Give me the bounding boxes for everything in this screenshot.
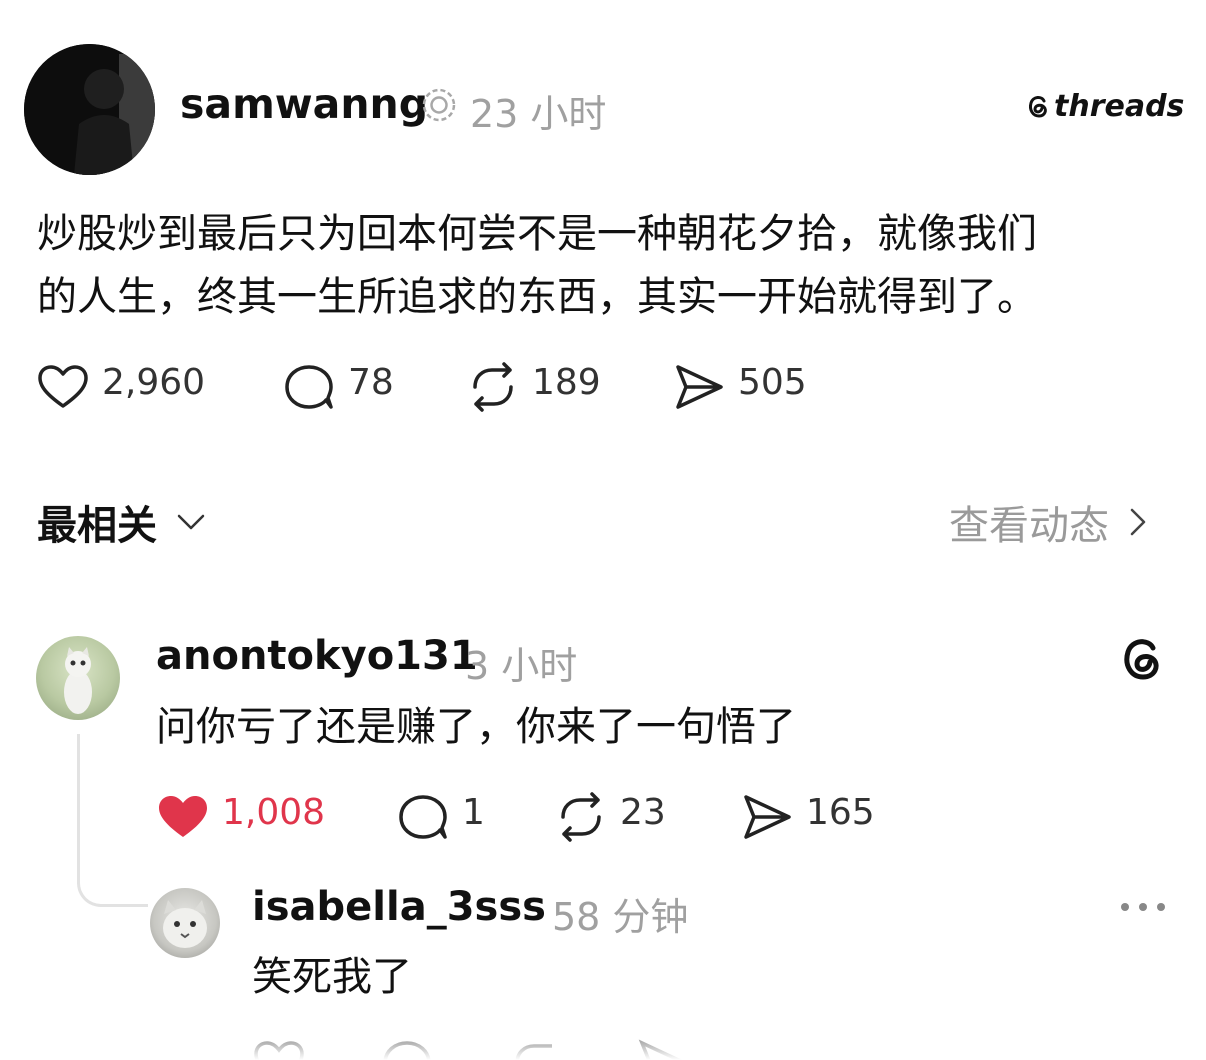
comment1-text: 问你亏了还是赚了，你来了一句悟了 <box>156 704 796 750</box>
threads-logo-icon[interactable] <box>1116 632 1168 684</box>
post-text-line-2: 的人生，终其一生所追求的东西，其实一开始就得到了。 <box>37 274 1037 320</box>
comment2-author-name[interactable]: isabella_3sss <box>252 884 546 930</box>
comment1-stats: 1,008 1 23 165 <box>156 792 916 842</box>
view-activity-link[interactable]: 查看动态 <box>949 496 1153 549</box>
cat-avatar-illustration <box>163 900 207 948</box>
post-repost-count: 189 <box>532 362 601 403</box>
share-icon[interactable] <box>672 362 726 412</box>
repost-icon[interactable] <box>554 792 608 842</box>
view-activity-label: 查看动态 <box>949 503 1109 549</box>
comment1-avatar[interactable] <box>36 636 120 720</box>
author-avatar[interactable] <box>24 44 155 175</box>
comment1-author-name[interactable]: anontokyo131 <box>156 633 478 679</box>
cat-avatar-illustration <box>64 647 92 714</box>
more-icon[interactable] <box>1118 896 1168 918</box>
comment-icon[interactable] <box>396 792 450 842</box>
comment2-time: 58 分钟 <box>552 895 689 939</box>
sort-dropdown[interactable]: 最相关 <box>37 496 209 549</box>
post-share-count: 505 <box>738 362 807 403</box>
chevron-down-icon <box>173 504 209 540</box>
comment1-comment-count: 1 <box>462 792 485 833</box>
comment-icon[interactable] <box>282 362 336 412</box>
post-time: 23 小时 <box>470 92 607 136</box>
threads-logo-icon <box>1024 92 1052 120</box>
post-stats: 2,960 78 189 505 <box>36 362 836 412</box>
comment2-text: 笑死我了 <box>252 954 412 1000</box>
verified-badge-icon <box>421 87 457 123</box>
avatar-silhouette <box>24 44 155 175</box>
post-text-line-1: 炒股炒到最后只为回本何尝不是一种朝花夕拾，就像我们 <box>37 211 1037 257</box>
post-comment-count: 78 <box>348 362 394 403</box>
sort-label: 最相关 <box>37 503 157 549</box>
comment2-avatar[interactable] <box>150 888 220 958</box>
post-author-name[interactable]: samwanng <box>180 80 428 128</box>
threads-wordmark: threads <box>1054 88 1185 124</box>
comment1-like-count: 1,008 <box>222 792 326 833</box>
bottom-fade <box>0 1010 1206 1060</box>
threads-brand: threads <box>1024 88 1184 124</box>
post-like-count: 2,960 <box>102 362 206 403</box>
chevron-right-icon <box>1123 504 1153 540</box>
repost-icon[interactable] <box>466 362 520 412</box>
comment1-repost-count: 23 <box>620 792 666 833</box>
comment1-share-count: 165 <box>806 792 875 833</box>
comment1-time: 3 小时 <box>465 644 578 688</box>
share-icon[interactable] <box>740 792 794 842</box>
heart-icon[interactable] <box>156 792 210 842</box>
heart-icon[interactable] <box>36 362 90 412</box>
thread-connector-line <box>77 734 148 907</box>
